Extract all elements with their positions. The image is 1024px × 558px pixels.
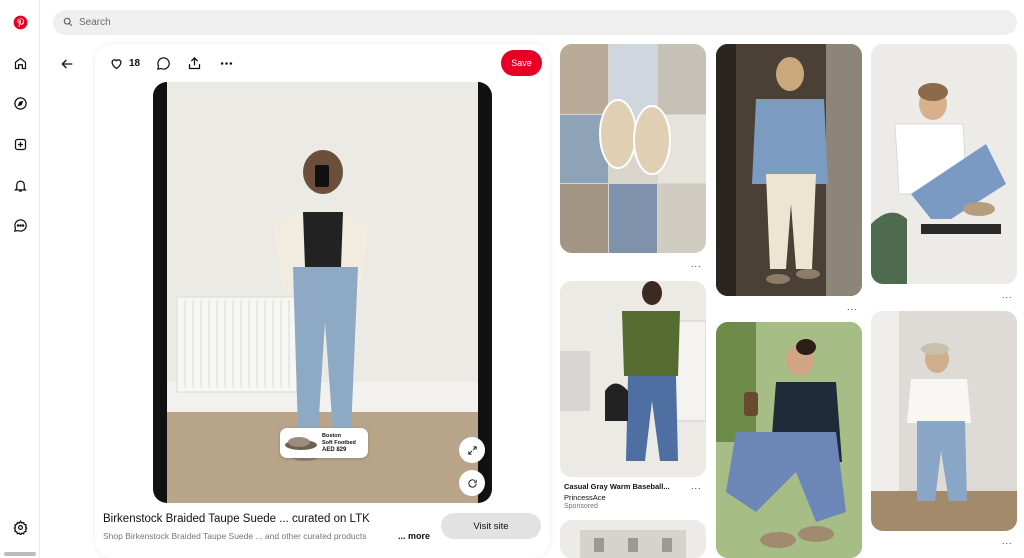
clog-thumbnail — [285, 437, 317, 450]
product-tag[interactable]: Boston Soft Footbed AED 829 — [280, 428, 368, 458]
share-icon — [188, 56, 201, 69]
visual-search-button[interactable] — [459, 470, 485, 496]
collage-image — [560, 44, 706, 253]
related-pin-chair[interactable] — [871, 44, 1017, 284]
scrollbar[interactable] — [4, 552, 36, 556]
search-icon — [63, 14, 73, 32]
related-pin-sitting[interactable] — [716, 322, 862, 558]
messages-icon[interactable] — [8, 213, 32, 237]
heart-icon — [111, 58, 122, 69]
product-tag-text: Boston Soft Footbed AED 829 — [322, 433, 356, 454]
pin-more-dots[interactable]: ... — [1002, 536, 1013, 546]
pin-more-dots[interactable]: ... — [691, 259, 702, 269]
search-input[interactable] — [79, 17, 979, 28]
pin-description: Shop Birkenstock Braided Taupe Suede ...… — [103, 531, 367, 541]
related-pin-mirror-selfie[interactable] — [716, 44, 862, 296]
home-icon[interactable] — [8, 51, 32, 75]
pin-more-dots[interactable]: ... — [691, 481, 702, 491]
pinterest-logo-icon[interactable] — [8, 10, 32, 34]
sponsored-pin-author[interactable]: PrincessAce — [564, 493, 606, 502]
more-options-button[interactable] — [219, 52, 234, 74]
like-count: 18 — [129, 57, 141, 69]
cap-selfie-image — [871, 311, 1017, 531]
sponsored-image — [560, 281, 706, 477]
mirror-selfie-image — [716, 44, 862, 296]
pin-toolbar: 18 Save — [95, 44, 550, 84]
related-pin-building[interactable] — [560, 520, 706, 558]
settings-icon[interactable] — [8, 515, 32, 539]
save-button[interactable]: Save — [501, 50, 542, 76]
back-button[interactable] — [55, 52, 79, 76]
expand-icon — [467, 445, 477, 455]
pin-title: Birkenstock Braided Taupe Suede ... cura… — [103, 513, 370, 525]
like-button[interactable]: 18 — [109, 52, 140, 74]
building-image — [560, 520, 706, 558]
comment-button[interactable] — [156, 52, 171, 74]
create-icon[interactable] — [8, 132, 32, 156]
notifications-icon[interactable] — [8, 173, 32, 197]
product-tag-variant: Soft Footbed — [322, 439, 356, 446]
lens-search-icon — [467, 478, 477, 488]
explore-icon[interactable] — [8, 91, 32, 115]
pin-image[interactable]: Boston Soft Footbed AED 829 — [153, 82, 492, 503]
sponsored-label: Sponsored — [564, 503, 598, 510]
comment-icon — [157, 56, 170, 70]
pin-more-dots[interactable]: ... — [1002, 290, 1013, 300]
pin-more-dots[interactable]: ... — [847, 302, 858, 312]
product-tag-name: Boston — [322, 432, 341, 439]
sitting-image — [716, 322, 862, 558]
arrow-left-icon — [61, 59, 73, 69]
more-link[interactable]: ... more — [398, 531, 430, 541]
related-pin-collage[interactable] — [560, 44, 706, 253]
left-nav-rail — [0, 0, 40, 558]
share-button[interactable] — [187, 52, 202, 74]
visit-site-button[interactable]: Visit site — [441, 513, 541, 539]
chair-image — [871, 44, 1017, 284]
sponsored-pin-title[interactable]: Casual Gray Warm Baseball... — [564, 482, 670, 491]
related-pin-cap-selfie[interactable] — [871, 311, 1017, 531]
related-pin-sponsored[interactable] — [560, 281, 706, 477]
more-dots-icon — [220, 61, 233, 65]
product-tag-price: AED 829 — [322, 446, 347, 453]
expand-button[interactable] — [459, 437, 485, 463]
search-bar[interactable] — [53, 10, 1017, 35]
pin-closeup: 18 Save Boston Soft Footbed AED 829 Birk… — [95, 44, 550, 558]
